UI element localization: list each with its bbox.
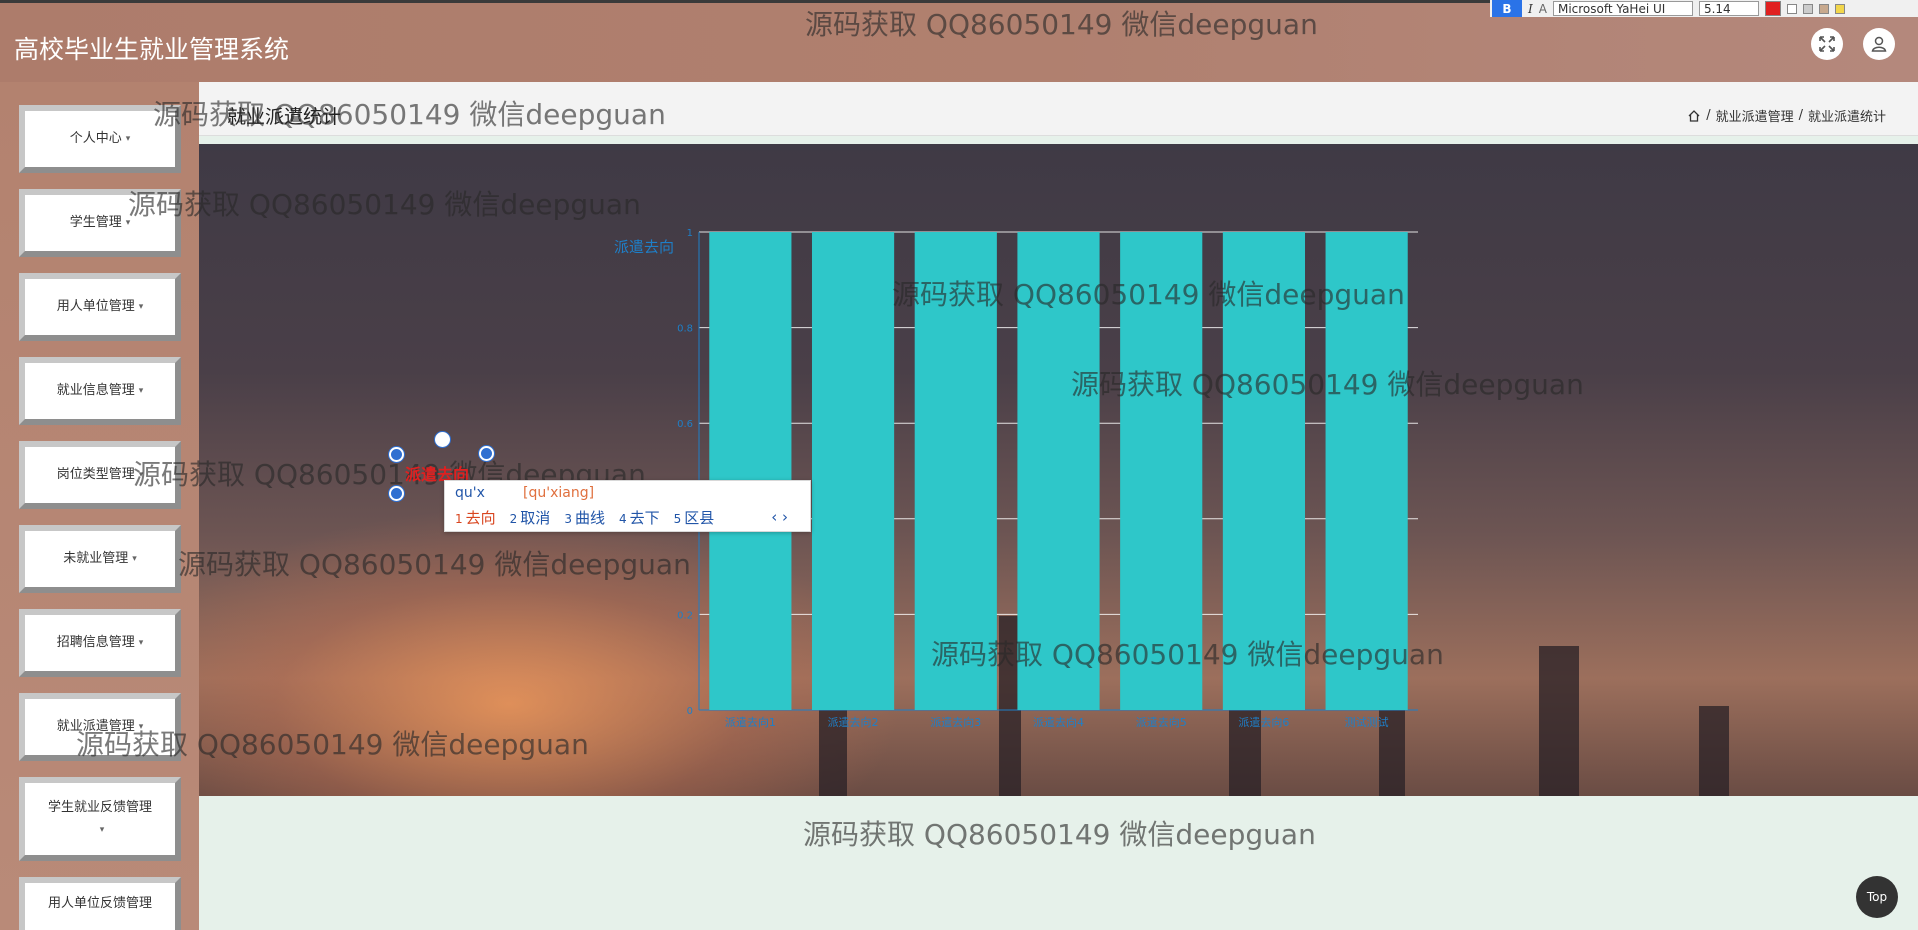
fullscreen-icon[interactable] bbox=[1811, 28, 1843, 60]
watermark-text: 源码获取 QQ86050149 微信deepguan bbox=[892, 278, 1405, 311]
x-tick-label: 派遣去向5 bbox=[1136, 715, 1187, 729]
x-tick-label: 派遣去向4 bbox=[1033, 715, 1084, 729]
ime-candidate[interactable]: 3 曲线 bbox=[564, 507, 605, 528]
chevron-down-icon: ▾ bbox=[99, 825, 105, 835]
color-swatch-gray[interactable] bbox=[1802, 3, 1813, 14]
app-title: 高校毕业生就业管理系统 bbox=[14, 35, 290, 64]
watermark-text: 源码获取 QQ86050149 微信deepguan bbox=[1071, 368, 1584, 401]
ime-candidate[interactable]: 1 去向 bbox=[455, 507, 496, 528]
chevron-down-icon: ▾ bbox=[132, 554, 137, 564]
chevron-down-icon: ▾ bbox=[138, 386, 144, 396]
x-tick-label: 测试测试 bbox=[1345, 716, 1389, 729]
y-tick-label: 0 bbox=[687, 706, 693, 717]
font-name-value: Microsoft YaHei UI bbox=[1557, 1, 1666, 16]
font-color-icon[interactable]: A bbox=[1539, 2, 1547, 16]
ime-pinyin: [qu'xiang] bbox=[523, 485, 595, 501]
sidebar-item-label: 用人单位管理 bbox=[56, 299, 135, 314]
font-size-select[interactable]: 5.14 bbox=[1698, 1, 1759, 16]
color-swatch-red[interactable] bbox=[1764, 1, 1781, 16]
sidebar-item-label: 用人单位反馈管理 bbox=[47, 896, 152, 911]
font-size-value: 5.14 bbox=[1703, 1, 1731, 16]
sidebar-item-student-feedback[interactable]: 学生就业反馈管理 ▾ bbox=[19, 777, 181, 861]
x-tick-label: 派遣去向2 bbox=[828, 715, 879, 729]
watermark-text: 源码获取 QQ86050149 微信deepguan bbox=[153, 98, 666, 131]
rotate-handle-icon[interactable] bbox=[435, 432, 450, 447]
chevron-down-icon: ▾ bbox=[138, 638, 144, 648]
ime-composition: qu'x bbox=[455, 485, 485, 501]
home-icon[interactable] bbox=[1687, 109, 1701, 123]
ime-page-nav[interactable]: ‹ › bbox=[771, 508, 788, 526]
ime-candidate[interactable]: 4 去下 bbox=[619, 507, 660, 528]
ime-candidate[interactable]: 5 区县 bbox=[674, 507, 715, 528]
resize-handle-icon[interactable] bbox=[389, 486, 404, 501]
sidebar-item-employment-info[interactable]: 就业信息管理 ▾ bbox=[19, 357, 181, 425]
chevron-down-icon: ▾ bbox=[138, 302, 144, 312]
format-toolbar: B I A Microsoft YaHei UI 5.14 bbox=[1490, 0, 1918, 17]
x-tick-label: 派遣去向1 bbox=[725, 715, 776, 729]
resize-handle-icon[interactable] bbox=[389, 447, 404, 462]
y-tick-label: 0.2 bbox=[677, 610, 693, 621]
user-avatar-icon[interactable] bbox=[1863, 28, 1895, 60]
bar bbox=[709, 232, 792, 710]
breadcrumb-item[interactable]: 就业派遣管理 bbox=[1716, 106, 1794, 125]
y-tick-label: 0.6 bbox=[677, 419, 693, 430]
sidebar-item-label: 学生就业反馈管理 bbox=[47, 800, 152, 815]
watermark-text: 源码获取 QQ86050149 微信deepguan bbox=[128, 188, 641, 221]
bold-button[interactable]: B bbox=[1492, 0, 1522, 17]
chevron-down-icon: ▾ bbox=[125, 134, 131, 144]
breadcrumb-item: 就业派遣统计 bbox=[1807, 110, 1886, 125]
x-tick-label: 派遣去向3 bbox=[930, 715, 981, 729]
close-icon[interactable] bbox=[479, 446, 494, 461]
sidebar-item-recruitment[interactable]: 招聘信息管理 ▾ bbox=[19, 609, 181, 677]
ime-candidate-window: qu'x [qu'xiang] 1 去向 2 取消 3 曲线 4 去下 5 区县 ‹ › bbox=[444, 480, 811, 532]
color-swatch-tan[interactable] bbox=[1818, 3, 1829, 14]
font-name-select[interactable]: Microsoft YaHei UI bbox=[1552, 1, 1693, 16]
breadcrumb-separator: / bbox=[1706, 108, 1711, 123]
sidebar-item-unemployed[interactable]: 未就业管理 ▾ bbox=[19, 525, 181, 593]
watermark-text: 源码获取 QQ86050149 微信deepguan bbox=[931, 638, 1444, 671]
sidebar-item-label: 就业信息管理 bbox=[56, 383, 135, 398]
sidebar-item-employer-management[interactable]: 用人单位管理 ▾ bbox=[19, 273, 181, 341]
y-tick-label: 0.8 bbox=[677, 324, 693, 335]
x-tick-label: 派遣去向6 bbox=[1238, 715, 1289, 729]
watermark-text: 源码获取 QQ86050149 微信deepguan bbox=[803, 818, 1316, 851]
watermark-text: 源码获取 QQ86050149 微信deepguan bbox=[805, 8, 1318, 41]
sidebar-item-label: 招聘信息管理 bbox=[56, 635, 135, 650]
color-swatch-yellow[interactable] bbox=[1834, 3, 1845, 14]
color-swatch-white[interactable] bbox=[1786, 3, 1797, 14]
sidebar-item-employer-feedback[interactable]: 用人单位反馈管理 bbox=[19, 877, 181, 930]
bar bbox=[811, 232, 895, 710]
italic-button[interactable]: I bbox=[1528, 2, 1533, 16]
sidebar-item-label: 个人中心 bbox=[69, 131, 122, 146]
watermark-text: 源码获取 QQ86050149 微信deepguan bbox=[76, 728, 589, 761]
watermark-text: 源码获取 QQ86050149 微信deepguan bbox=[178, 548, 691, 581]
back-to-top-button[interactable]: Top bbox=[1856, 876, 1898, 918]
ime-candidate-list: 1 去向 2 取消 3 曲线 4 去下 5 区县 bbox=[455, 507, 714, 528]
y-tick-label: 1 bbox=[687, 228, 693, 239]
ime-candidate[interactable]: 2 取消 bbox=[510, 507, 551, 528]
sidebar-item-label: 岗位类型管理 bbox=[56, 467, 135, 482]
sidebar-item-label: 未就业管理 bbox=[63, 551, 129, 566]
breadcrumb: / 就业派遣管理 / 就业派遣统计 bbox=[1687, 106, 1886, 125]
sidebar-item-label: 学生管理 bbox=[69, 215, 122, 230]
breadcrumb-separator: / bbox=[1798, 108, 1803, 123]
